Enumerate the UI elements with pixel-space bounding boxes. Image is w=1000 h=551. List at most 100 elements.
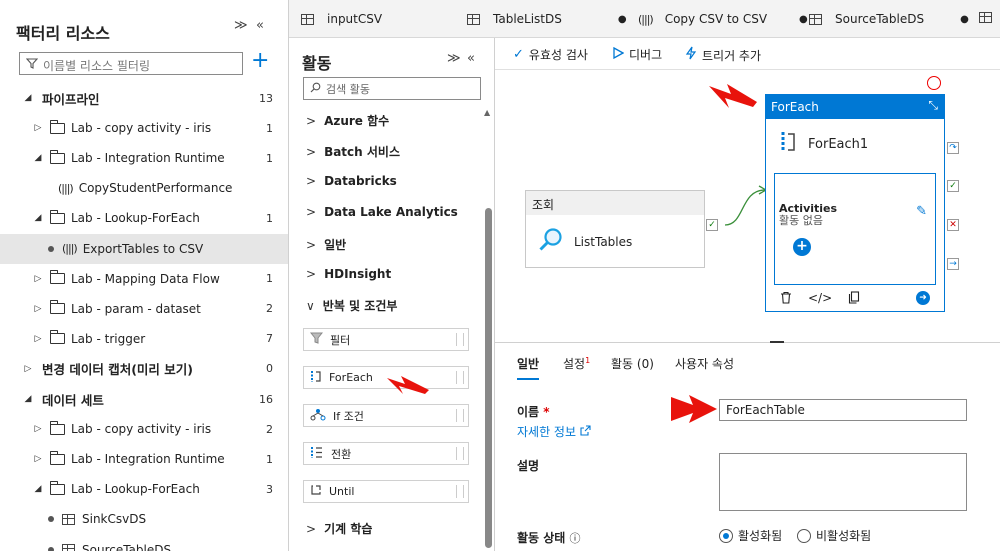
activity-search-input[interactable]: 검색 활동 [303,77,481,100]
collapse-icon[interactable]: ◢ [22,93,34,103]
collapse-icon[interactable]: ◢ [32,484,44,494]
delete-icon[interactable] [780,291,792,307]
expand-icon[interactable]: ▷ [32,454,44,464]
description-textarea[interactable] [719,453,967,511]
completion-output-icon[interactable]: → [947,258,959,270]
tree-section[interactable]: ◢ 데이터 세트 16 [0,384,288,414]
state-deactivated-radio[interactable]: 비활성화됨 [797,527,871,544]
activity-filter[interactable]: 필터 [303,328,469,351]
tree-folder[interactable]: ▷ Lab - copy activity - iris 2 [0,414,288,444]
search-icon [310,82,321,96]
folder-icon [49,450,65,465]
tree-folder[interactable]: ▷ Lab - copy activity - iris 1 [0,113,288,143]
resource-filter-input[interactable]: 이름별 리소스 필터링 [19,52,243,75]
success-output-icon[interactable]: ✓ [947,180,959,192]
tree-folder[interactable]: ◢ Lab - Integration Runtime 1 [0,143,288,173]
collapse-icon[interactable]: ◢ [32,153,44,163]
collapse-all-icon[interactable]: ≫ [234,18,248,33]
go-to-activity-icon[interactable]: ➜ [916,291,930,305]
collapse-all-icon[interactable]: ≫ [447,51,461,66]
drag-handle[interactable] [456,371,464,384]
activity-switch[interactable]: 전환 [303,442,469,465]
category-iteration-conditionals[interactable]: ∨ 반복 및 조건부 [306,297,397,314]
copy-icon[interactable] [848,291,860,307]
activity-if-condition[interactable]: If 조건 [303,404,469,427]
unsaved-dot: ● [617,13,627,25]
activity-label: 필터 [330,333,351,347]
collapse-node-icon[interactable]: ⤡ [928,98,938,113]
category-databricks[interactable]: > Databricks [306,174,397,188]
category-data-lake-analytics[interactable]: > Data Lake Analytics [306,205,458,219]
tree-item-label: SinkCsvDS [82,512,147,527]
expand-icon[interactable]: ▷ [32,274,44,284]
drag-handle[interactable] [456,409,464,422]
drag-handle[interactable] [456,447,464,460]
activity-name-input[interactable]: ForEachTable [719,399,967,421]
add-trigger-button[interactable]: 트리거 추가 [685,46,761,64]
tab-sourcetableds[interactable]: SourceTableDS ● [809,12,969,26]
panel-resize-handle[interactable] [770,341,784,343]
expand-icon[interactable]: ▷ [32,123,44,133]
debug-button[interactable]: 디버그 [613,46,662,63]
tree-folder[interactable]: ▷ Lab - Mapping Data Flow 1 [0,264,288,294]
collapse-panel-icon[interactable]: « [467,51,475,66]
category-azure-function[interactable]: > Azure 함수 [306,112,389,129]
edit-pencil-icon[interactable]: ✎ [916,204,927,219]
activities-panel: 활동 ≫ « 검색 활동 > Azure 함수 > Batch 서비스 > Datab… [289,38,495,551]
tab-copy-csv-to-csv[interactable]: (|||) Copy CSV to CSV ● [638,12,808,26]
code-icon[interactable]: </> [808,291,832,307]
tree-item[interactable]: (|||) ExportTables to CSV [0,233,288,264]
tree-folder[interactable]: ▷ Lab - Integration Runtime 1 [0,444,288,474]
tab-settings[interactable]: 설정1 [563,355,590,372]
collapse-icon[interactable]: ◢ [32,213,44,223]
expand-icon[interactable]: ▷ [32,304,44,314]
expand-icon[interactable]: ▷ [32,424,44,434]
tab-label: 사용자 속성 [675,357,735,371]
scroll-up-icon[interactable]: ▲ [484,108,490,117]
pipeline-canvas[interactable]: 조회 ListTables ✓ ForEach ⤡ ForEach1 Activ… [495,70,1000,342]
info-icon[interactable]: ⓘ [570,532,581,545]
tab-activities[interactable]: 활동 (0) [611,355,654,372]
lookup-activity-node[interactable]: 조회 ListTables [525,190,705,268]
tree-folder[interactable]: ◢ Lab - Lookup-ForEach 1 [0,203,288,233]
lookup-success-output-icon[interactable]: ✓ [706,219,718,231]
tree-folder[interactable]: ◢ Lab - Lookup-ForEach 3 [0,474,288,504]
more-info-link[interactable]: 자세한 정보 [517,423,591,440]
radio-label: 활성화됨 [738,529,783,543]
foreach-inner-activities[interactable]: Activities 활동 없음 ✎ + [774,173,936,285]
tab-inputcsv[interactable]: inputCSV [301,12,392,26]
expand-icon[interactable]: ▷ [32,334,44,344]
expand-icon[interactable]: ▷ [22,364,34,374]
tab-overflow[interactable] [979,12,999,23]
drag-handle[interactable] [456,333,464,346]
drag-handle[interactable] [456,485,464,498]
tree-item[interactable]: SinkCsvDS [0,504,288,534]
collapse-icon[interactable]: ◢ [22,394,34,404]
add-resource-button[interactable]: + [251,50,269,72]
tab-tablelistds[interactable]: TableListDS ● [467,12,627,26]
category-batch-service[interactable]: > Batch 서비스 [306,143,400,160]
foreach-activity-node[interactable]: ForEach ⤡ ForEach1 Activities 활동 없음 ✎ + … [765,94,945,312]
tree-item[interactable]: (|||) CopyStudentPerformance [0,173,288,203]
scrollbar-thumb[interactable] [485,208,492,548]
tree-item[interactable]: SourceTableDS [0,535,288,551]
chevron-right-icon: > [306,521,317,536]
category-hdinsight[interactable]: > HDInsight [306,267,391,281]
activities-scrollbar[interactable]: ▲ [484,108,492,548]
failure-output-icon[interactable]: ✕ [947,219,959,231]
collapse-panel-icon[interactable]: « [256,18,264,33]
tree-section[interactable]: ▷ 변경 데이터 캡처(미리 보기) 0 [0,354,288,384]
tab-user-properties[interactable]: 사용자 속성 [675,355,734,372]
category-machine-learning[interactable]: > 기계 학습 [306,520,372,537]
lookup-node-type: 조회 [526,191,704,215]
skip-output-icon[interactable]: ↷ [947,142,959,154]
tree-folder[interactable]: ▷ Lab - trigger 7 [0,324,288,354]
category-general[interactable]: > 일반 [306,236,346,253]
activity-until[interactable]: Until [303,480,469,503]
tab-general[interactable]: 일반 [517,355,540,380]
validate-button[interactable]: ✓ 유효성 검사 [513,46,588,63]
add-activity-button[interactable]: + [793,238,811,256]
tree-section[interactable]: ◢ 파이프라인 13 [0,83,288,113]
tree-folder[interactable]: ▷ Lab - param - dataset 2 [0,294,288,324]
state-activated-radio[interactable]: 활성화됨 [719,527,782,544]
